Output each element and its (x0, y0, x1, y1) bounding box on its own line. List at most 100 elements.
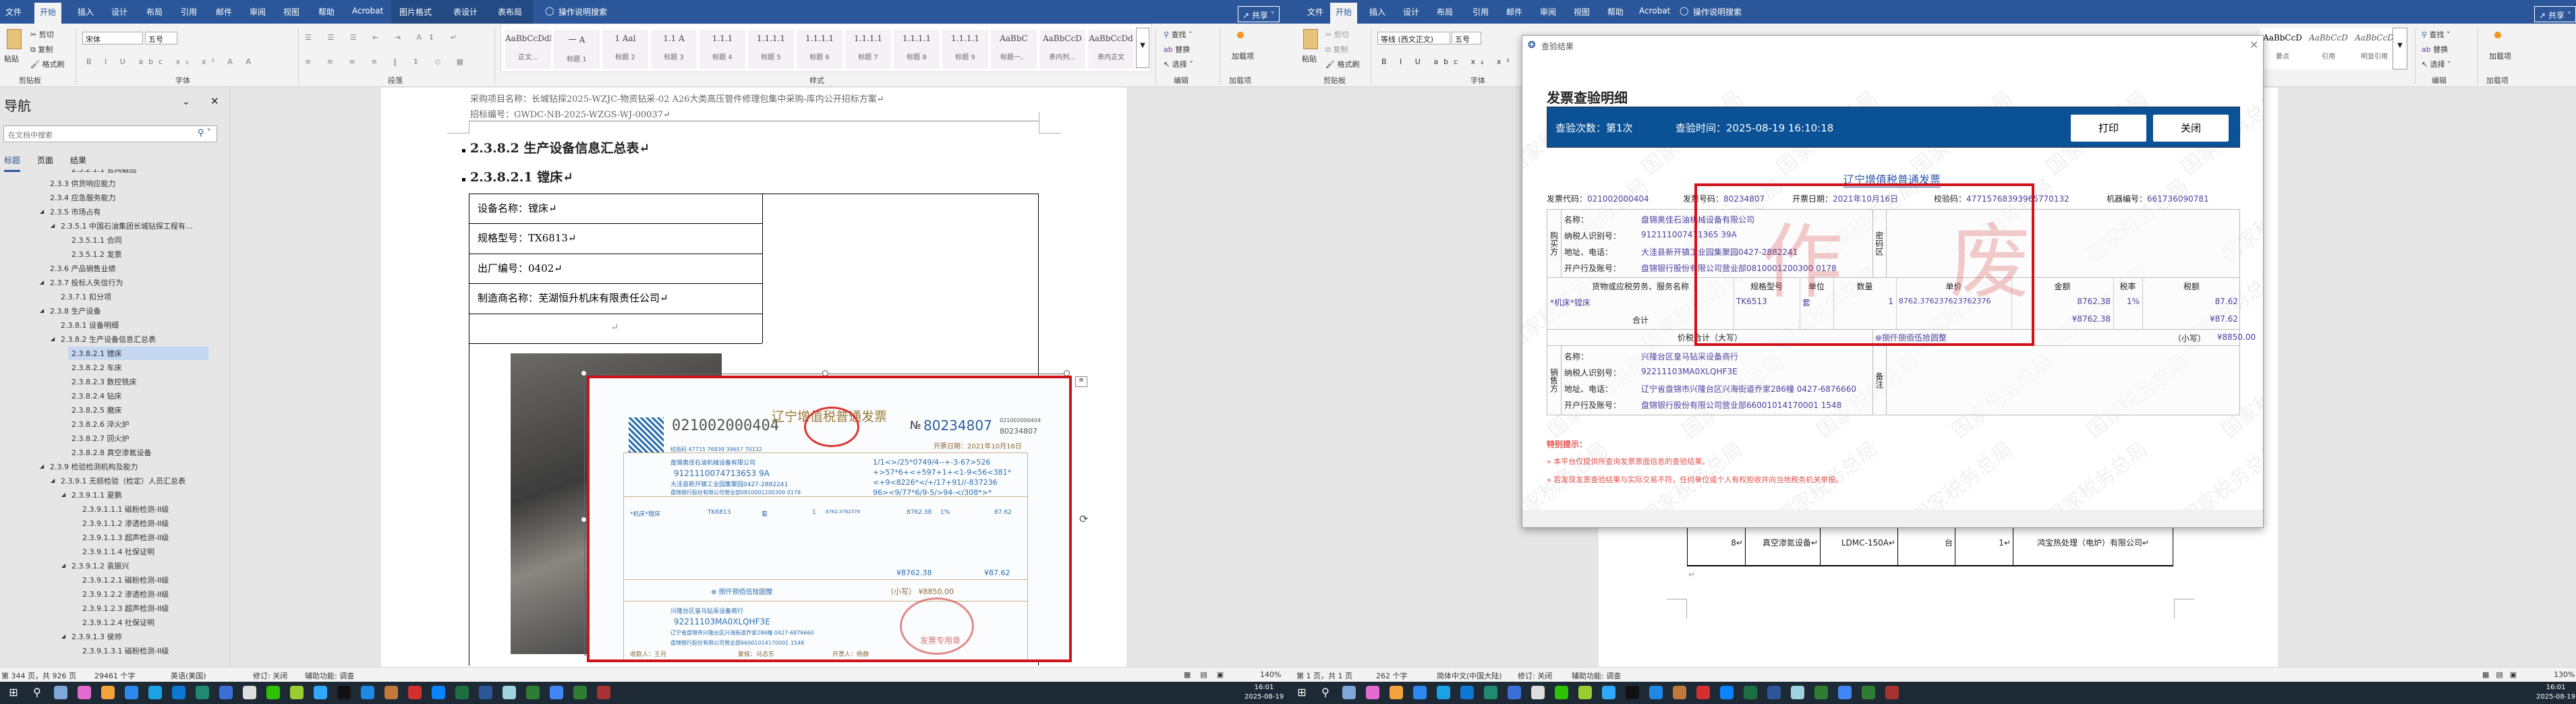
select-button[interactable]: ↖ 选择 ˅ (1164, 59, 1193, 69)
nav-heading-item[interactable]: 2.3.8.1 设备明细 (61, 320, 119, 330)
format-painter-button[interactable]: 🖌 格式刷 (1325, 59, 1359, 69)
word-icon[interactable] (1767, 686, 1781, 699)
nav-heading-item[interactable]: 2.3.9.1.2.2 渗透检测-II级 (82, 589, 169, 599)
dialog-close-icon[interactable]: ✕ (2250, 38, 2258, 51)
edge-icon[interactable] (1720, 686, 1734, 699)
excel-icon[interactable] (1744, 686, 1757, 699)
windows-start-icon[interactable]: ⊞ (1295, 686, 1309, 699)
acrobat-icon[interactable] (408, 686, 422, 699)
wechat-icon[interactable] (1555, 686, 1568, 699)
addins-button[interactable]: 加载项 (1232, 51, 1254, 61)
resize-handle[interactable] (581, 370, 587, 376)
nav-heading-item[interactable]: 2.3.8.2 生产设备信息汇总表 (61, 334, 156, 345)
tab-mailings[interactable]: 邮件 (1506, 6, 1522, 18)
tab-picture-format[interactable]: 图片格式 (399, 6, 432, 18)
tab-insert[interactable]: 插入 (1369, 6, 1385, 18)
nav-heading-item[interactable]: 2.3.5 市场占有 (50, 206, 101, 217)
style-item[interactable]: 1.1 A 标题 3 (651, 30, 697, 69)
nav-heading-item[interactable]: 2.3.8.2.7 回火炉 (71, 433, 129, 444)
style-item[interactable]: AaBbCcDdI 正文... (505, 30, 551, 69)
copy-button[interactable]: ⧉ 复制 (30, 44, 53, 55)
vpn-app-icon[interactable] (196, 686, 209, 699)
style-item[interactable]: 1.1.1.1 标题 8 (894, 30, 940, 69)
green-app-2-icon[interactable] (573, 686, 587, 699)
addins-button[interactable]: 加载项 (2489, 51, 2511, 61)
status-accessibility[interactable]: 辅助功能: 调查 (305, 670, 354, 681)
nav-options-chevron-icon[interactable]: ⌄ (182, 96, 190, 107)
green-app-icon[interactable] (1814, 686, 1828, 699)
nav-heading-item[interactable]: 2.3.9.1.1 夏鹏 (71, 490, 121, 500)
tab-insert[interactable]: 插入 (78, 6, 94, 18)
tell-me-search[interactable]: 操作说明搜索 (1693, 6, 1742, 18)
align-buttons[interactable]: ≡ ≡ ≡ ≡ ‖ ↕ ◇ ▦ (305, 57, 470, 66)
rotate-handle-icon[interactable]: ⟳ (1079, 512, 1088, 525)
font-size-combo[interactable]: 五号 (145, 32, 177, 45)
nav-heading-item[interactable]: 2.3.6 产品销售业绩 (50, 263, 116, 274)
tab-file[interactable]: 文件 (5, 6, 22, 18)
nav-heading-item[interactable]: 2.3.9.1.2.4 社保证明 (82, 617, 154, 628)
nav-heading-item[interactable]: 2.3.8.2.8 真空渗氮设备 (71, 447, 151, 458)
tab-layout[interactable]: 布局 (1437, 6, 1453, 18)
style-item[interactable]: AaBbCcD 要点 (2260, 29, 2306, 68)
status-language[interactable]: 简体中文(中国大陆) (1437, 670, 1502, 681)
taskbar-clock[interactable]: 16:01 2025-08-19 (2536, 683, 2575, 702)
nav-heading-item[interactable]: 2.3.5.1 中国石油集团长城钻探工程有... (61, 221, 192, 231)
nav-heading-item[interactable]: 2.3.9.1.2.1 磁粉检测-II级 (82, 575, 169, 585)
style-item[interactable]: 一 A 标题 1 (554, 30, 600, 69)
style-item[interactable]: 1.1.1.1 标题 6 (797, 30, 842, 69)
browser-orange-icon[interactable] (101, 686, 115, 699)
style-item[interactable]: 1.1.1.1 标题 5 (748, 30, 794, 69)
expand-arrow-icon[interactable]: ◢ (51, 223, 55, 229)
expand-arrow-icon[interactable]: ◢ (40, 307, 44, 314)
view-mode-icons[interactable]: ▦▤▣ (2482, 670, 2523, 679)
nav-heading-item[interactable]: 2.3.8.2.4 钻床 (71, 390, 121, 401)
replace-button[interactable]: ab 替换 (2422, 44, 2448, 55)
styles-more-button[interactable]: ▼ (1136, 28, 1149, 68)
docs-app-icon[interactable] (550, 686, 563, 699)
greenshot-icon[interactable] (1673, 686, 1686, 699)
green-app-icon[interactable] (526, 686, 540, 699)
nav-close-icon[interactable]: ✕ (210, 95, 219, 107)
format-painter-button[interactable]: 🖌 格式刷 (30, 59, 64, 69)
tab-file[interactable]: 文件 (1307, 6, 1323, 18)
search-icon[interactable]: ⚲ (30, 686, 44, 699)
tab-table-design[interactable]: 表设计 (453, 6, 478, 18)
tab-layout[interactable]: 布局 (146, 6, 163, 18)
dots-app-icon[interactable] (1413, 686, 1427, 699)
paste-button[interactable]: 粘贴 (1302, 53, 1317, 64)
tab-review[interactable]: 审阅 (250, 6, 266, 18)
status-track-changes[interactable]: 修订: 关闭 (1518, 670, 1552, 681)
expand-arrow-icon[interactable]: ◢ (51, 336, 55, 342)
qq-icon[interactable] (1626, 686, 1639, 699)
greenshot-icon[interactable] (384, 686, 398, 699)
color-app-icon[interactable] (78, 686, 91, 699)
pen-app-icon[interactable] (1578, 686, 1592, 699)
tab-mailings[interactable]: 邮件 (216, 6, 232, 18)
font-name-combo[interactable]: 等线 (西文正文) (1377, 32, 1450, 45)
nav-tab-pages[interactable]: 页面 (37, 154, 53, 166)
globe-app-icon[interactable] (1508, 686, 1521, 699)
nav-heading-item[interactable]: 2.3.9.1.2 袁振兴 (71, 560, 129, 571)
qq-browser-icon[interactable] (172, 686, 185, 699)
nav-heading-item[interactable]: 2.3.8.2.2 车床 (71, 362, 121, 373)
nav-heading-item[interactable]: 2.3.8 生产设备 (50, 305, 101, 316)
nav-heading-item[interactable]: 2.3.9.1 无损检验（检定）人员汇总表 (61, 475, 185, 486)
style-item[interactable]: AaBbC 标题一、 (991, 30, 1037, 69)
status-track-changes[interactable]: 修订: 关闭 (253, 670, 287, 681)
expand-arrow-icon[interactable]: ◢ (40, 463, 44, 469)
zoom-level[interactable]: 140% (1260, 670, 1281, 679)
styles-gallery[interactable]: AaBbCcD 要点 AaBbCcD 引用 AaBbCcD 明显引用 (2260, 28, 2401, 69)
style-item[interactable]: 1.1.1.1 标题 9 (942, 30, 988, 69)
nav-search-input[interactable]: 在文档中搜索 ⚲ ˅ (3, 125, 217, 142)
qq-browser-icon[interactable] (1460, 686, 1474, 699)
notepad-icon[interactable] (1791, 686, 1804, 699)
windows-start-icon[interactable]: ⊞ (7, 686, 20, 699)
font-size-combo[interactable]: 五号 (1452, 32, 1481, 45)
copy-button[interactable]: ⧉ 复制 (1325, 44, 1348, 55)
edge-icon[interactable] (432, 686, 445, 699)
tab-home[interactable]: 开始 (1330, 3, 1358, 24)
styles-gallery[interactable]: AaBbCcDdI 正文... 一 A 标题 11 Aal 标题 2 1.1 A 标题 31… (500, 24, 1151, 72)
calculator-icon[interactable] (54, 686, 67, 699)
expand-arrow-icon[interactable]: ◢ (40, 279, 44, 285)
acrobat-icon[interactable] (1696, 686, 1710, 699)
